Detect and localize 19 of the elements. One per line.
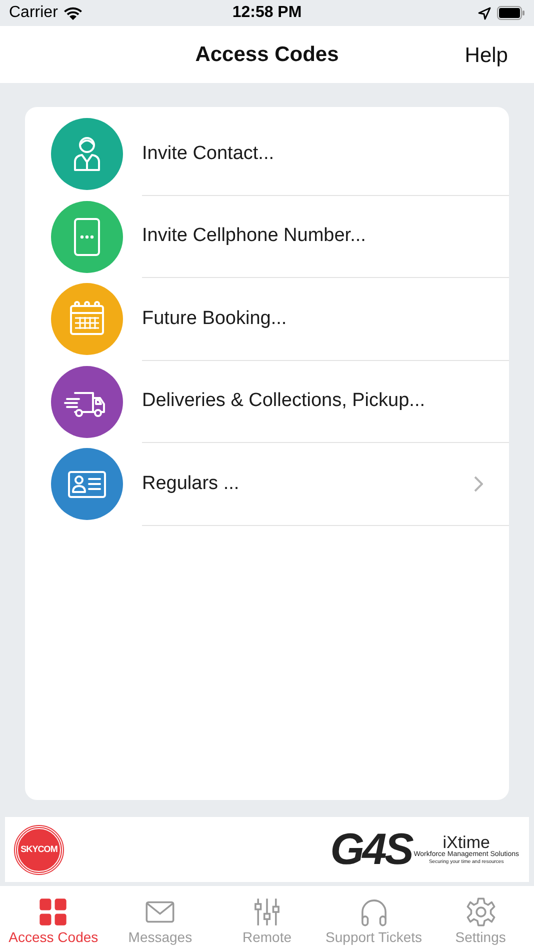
- chevron-right-icon: [474, 476, 483, 492]
- menu-item-label[interactable]: Invite Cellphone Number...: [142, 222, 483, 250]
- wifi-icon: [62, 6, 83, 20]
- logo-text: SKYCOM: [20, 842, 58, 856]
- location-arrow-icon: [478, 6, 491, 20]
- clock-text: 12:58 PM: [232, 3, 302, 23]
- carrier-text: Carrier: [9, 3, 58, 23]
- battery-icon: [497, 6, 525, 20]
- settings-icon: [464, 896, 497, 928]
- menu-item-label[interactable]: Deliveries & Collections, Pickup...: [142, 387, 483, 416]
- menu-item-label[interactable]: Regulars ...: [142, 470, 474, 498]
- help-button[interactable]: Help: [464, 40, 508, 72]
- page-title: Access Codes: [195, 42, 339, 68]
- logo-text: iXtime: [442, 834, 490, 850]
- logo-text: G4S: [330, 828, 412, 872]
- menu-item-label[interactable]: Future Booking...: [142, 304, 483, 333]
- tab[interactable]: Access Codes: [0, 886, 107, 950]
- grid-icon: [37, 896, 70, 928]
- menu-item-label[interactable]: Invite Contact...: [142, 140, 483, 168]
